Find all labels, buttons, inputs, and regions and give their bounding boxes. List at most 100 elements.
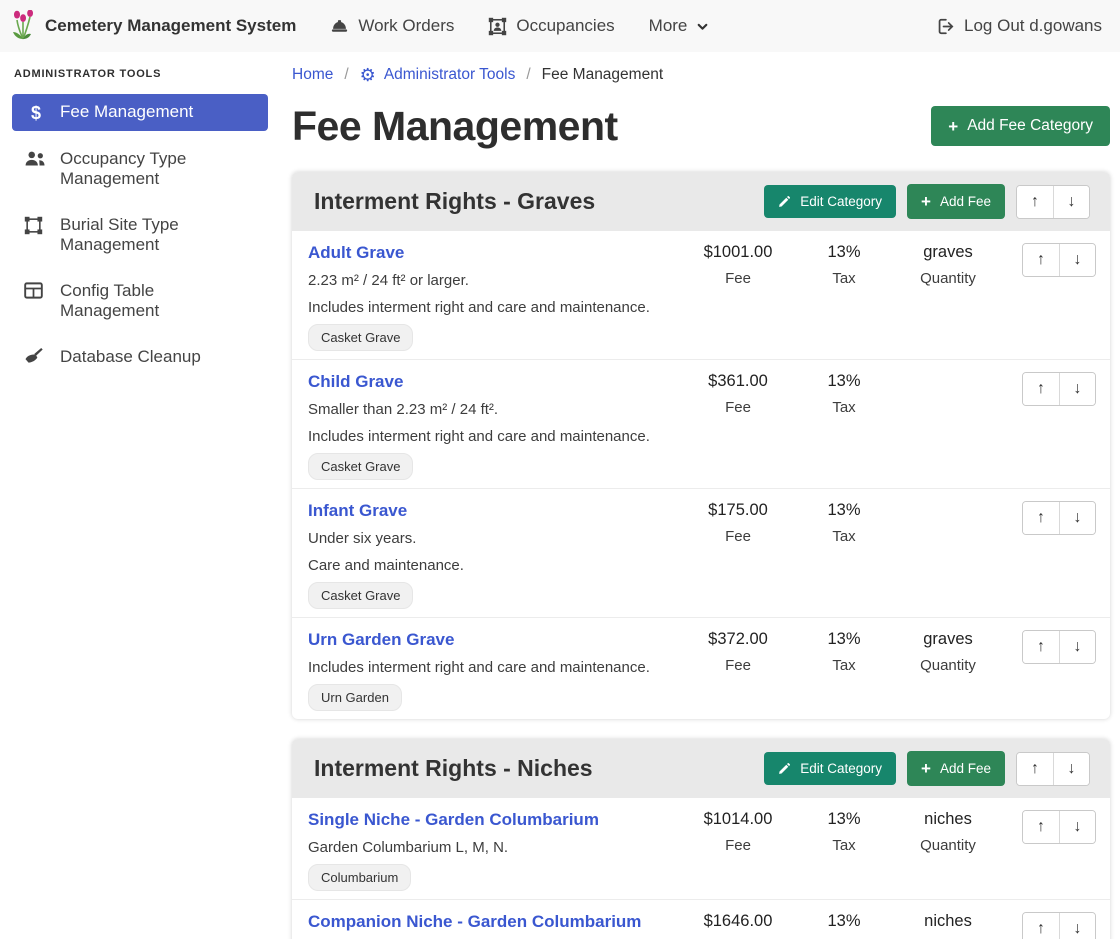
fee-description: Includes interment right and care and ma… (308, 428, 684, 446)
nav-item-occupancies[interactable]: Occupancies (488, 16, 614, 36)
fee-name-link[interactable]: Companion Niche - Garden Columbarium (308, 912, 641, 931)
breadcrumb-admin-tools-link[interactable]: ⚙ Administrator Tools (360, 66, 516, 84)
crop-frame-icon (24, 216, 48, 235)
fee-row: Single Niche - Garden Columbarium Garden… (292, 798, 1110, 900)
fee-reorder-group: ↑ ↓ (1000, 630, 1096, 664)
move-category-down-button[interactable]: ↓ (1053, 753, 1089, 785)
move-fee-down-button[interactable]: ↓ (1059, 502, 1095, 534)
fee-row: Adult Grave 2.23 m² / 24 ft² or larger. … (292, 231, 1110, 360)
move-fee-up-button[interactable]: ↑ (1023, 631, 1059, 663)
admin-sidebar: ADMINISTRATOR TOOLS $ Fee Management Occ… (0, 52, 280, 939)
sidebar-item-label: Burial Site Type Management (60, 215, 258, 255)
sidebar-item-label: Database Cleanup (60, 347, 201, 367)
sidebar-heading: ADMINISTRATOR TOOLS (0, 68, 280, 80)
move-fee-up-button[interactable]: ↑ (1023, 244, 1059, 276)
nav-label-work-orders: Work Orders (358, 16, 454, 36)
fee-type-badge: Casket Grave (308, 453, 413, 480)
nav-label-occupancies: Occupancies (516, 16, 614, 36)
fee-description: 2.23 m² / 24 ft² or larger. (308, 272, 684, 290)
add-fee-button[interactable]: + Add Fee (907, 184, 1005, 219)
category-title: Interment Rights - Niches (314, 755, 764, 782)
move-fee-down-button[interactable]: ↓ (1059, 631, 1095, 663)
fee-name-link[interactable]: Single Niche - Garden Columbarium (308, 810, 599, 829)
nav-right: Log Out d.gowans (936, 16, 1102, 36)
breadcrumb-current: Fee Management (542, 66, 664, 84)
broom-icon (24, 348, 48, 366)
sidebar-item-config-table[interactable]: Config Table Management (12, 273, 268, 329)
pencil-icon (778, 762, 791, 775)
fee-description: Garden Columbarium L, M, N. (308, 839, 684, 857)
logout-label: Log Out d.gowans (964, 16, 1102, 36)
add-fee-button[interactable]: + Add Fee (907, 751, 1005, 786)
fee-reorder-group: ↑ ↓ (1000, 810, 1096, 844)
fee-tax-col: 13% Tax (792, 630, 896, 674)
breadcrumb-home-link[interactable]: Home (292, 66, 333, 84)
add-fee-category-button[interactable]: + Add Fee Category (931, 106, 1110, 146)
fee-name-link[interactable]: Infant Grave (308, 501, 407, 520)
fee-tax-col: 13% Tax (792, 243, 896, 287)
fee-row: Urn Garden Grave Includes interment righ… (292, 618, 1110, 719)
fee-name-link[interactable]: Child Grave (308, 372, 403, 391)
app-brand[interactable]: Cemetery Management System (10, 10, 296, 42)
fee-category-card: Interment Rights - Graves Edit Category … (292, 172, 1110, 719)
sidebar-item-fee-management[interactable]: $ Fee Management (12, 94, 268, 131)
move-fee-up-button[interactable]: ↑ (1023, 913, 1059, 939)
fee-amount-col: $175.00 Fee (684, 501, 792, 545)
move-category-up-button[interactable]: ↑ (1017, 753, 1053, 785)
fee-tax-col: 13% Tax (792, 501, 896, 545)
fee-category-card: Interment Rights - Niches Edit Category … (292, 739, 1110, 939)
fee-type-badge: Casket Grave (308, 324, 413, 351)
fee-name-link[interactable]: Urn Garden Grave (308, 630, 454, 649)
fee-description: Care and maintenance. (308, 557, 684, 575)
fee-quantity-col: graves Quantity (896, 630, 1000, 674)
move-category-up-button[interactable]: ↑ (1017, 186, 1053, 218)
move-fee-up-button[interactable]: ↑ (1023, 373, 1059, 405)
sidebar-item-label: Occupancy Type Management (60, 149, 258, 189)
fee-amount-col: $1014.00 Fee (684, 810, 792, 854)
fee-info: Child Grave Smaller than 2.23 m² / 24 ft… (308, 372, 684, 480)
category-header: Interment Rights - Niches Edit Category … (292, 739, 1110, 798)
fee-type-badge: Columbarium (308, 864, 411, 891)
pencil-icon (778, 195, 791, 208)
sidebar-item-label: Config Table Management (60, 281, 258, 321)
edit-category-button[interactable]: Edit Category (764, 752, 896, 785)
category-title: Interment Rights - Graves (314, 188, 764, 215)
category-actions: Edit Category + Add Fee ↑ ↓ (764, 751, 1090, 786)
fee-quantity-col: graves Quantity (896, 243, 1000, 287)
move-fee-up-button[interactable]: ↑ (1023, 811, 1059, 843)
nav-item-work-orders[interactable]: Work Orders (330, 16, 454, 36)
logout-icon (936, 17, 955, 36)
edit-category-button[interactable]: Edit Category (764, 185, 896, 218)
tulip-logo-icon (10, 10, 36, 42)
fee-name-link[interactable]: Adult Grave (308, 243, 404, 262)
move-fee-up-button[interactable]: ↑ (1023, 502, 1059, 534)
breadcrumb-separator: / (344, 66, 348, 84)
dollar-icon: $ (24, 103, 48, 123)
sidebar-item-database-cleanup[interactable]: Database Cleanup (12, 339, 268, 375)
fee-reorder-group: ↑ ↓ (1000, 501, 1096, 535)
category-reorder-group: ↑ ↓ (1016, 185, 1090, 219)
category-reorder-group: ↑ ↓ (1016, 752, 1090, 786)
main-content: Home / ⚙ Administrator Tools / Fee Manag… (280, 52, 1120, 939)
top-navbar: Cemetery Management System Work Orders (0, 0, 1120, 52)
fee-info: Adult Grave 2.23 m² / 24 ft² or larger. … (308, 243, 684, 351)
move-category-down-button[interactable]: ↓ (1053, 186, 1089, 218)
nav-item-more[interactable]: More (649, 16, 710, 36)
move-fee-down-button[interactable]: ↓ (1059, 244, 1095, 276)
breadcrumb-separator: / (526, 66, 530, 84)
sidebar-item-occupancy-type[interactable]: Occupancy Type Management (12, 141, 268, 197)
sidebar-item-burial-site-type[interactable]: Burial Site Type Management (12, 207, 268, 263)
chevron-down-icon (696, 20, 709, 33)
logout-link[interactable]: Log Out d.gowans (936, 16, 1102, 36)
move-fee-down-button[interactable]: ↓ (1059, 811, 1095, 843)
fee-description: Includes interment right and care and ma… (308, 299, 684, 317)
fee-type-badge: Urn Garden (308, 684, 402, 711)
fee-amount-col: $1646.00 Fee (684, 912, 792, 939)
fee-row: Child Grave Smaller than 2.23 m² / 24 ft… (292, 360, 1110, 489)
fee-quantity-col: niches Quantity (896, 912, 1000, 939)
fee-description: Under six years. (308, 530, 684, 548)
people-icon (24, 150, 48, 168)
move-fee-down-button[interactable]: ↓ (1059, 913, 1095, 939)
move-fee-down-button[interactable]: ↓ (1059, 373, 1095, 405)
page-header: Fee Management + Add Fee Category (292, 100, 1110, 152)
